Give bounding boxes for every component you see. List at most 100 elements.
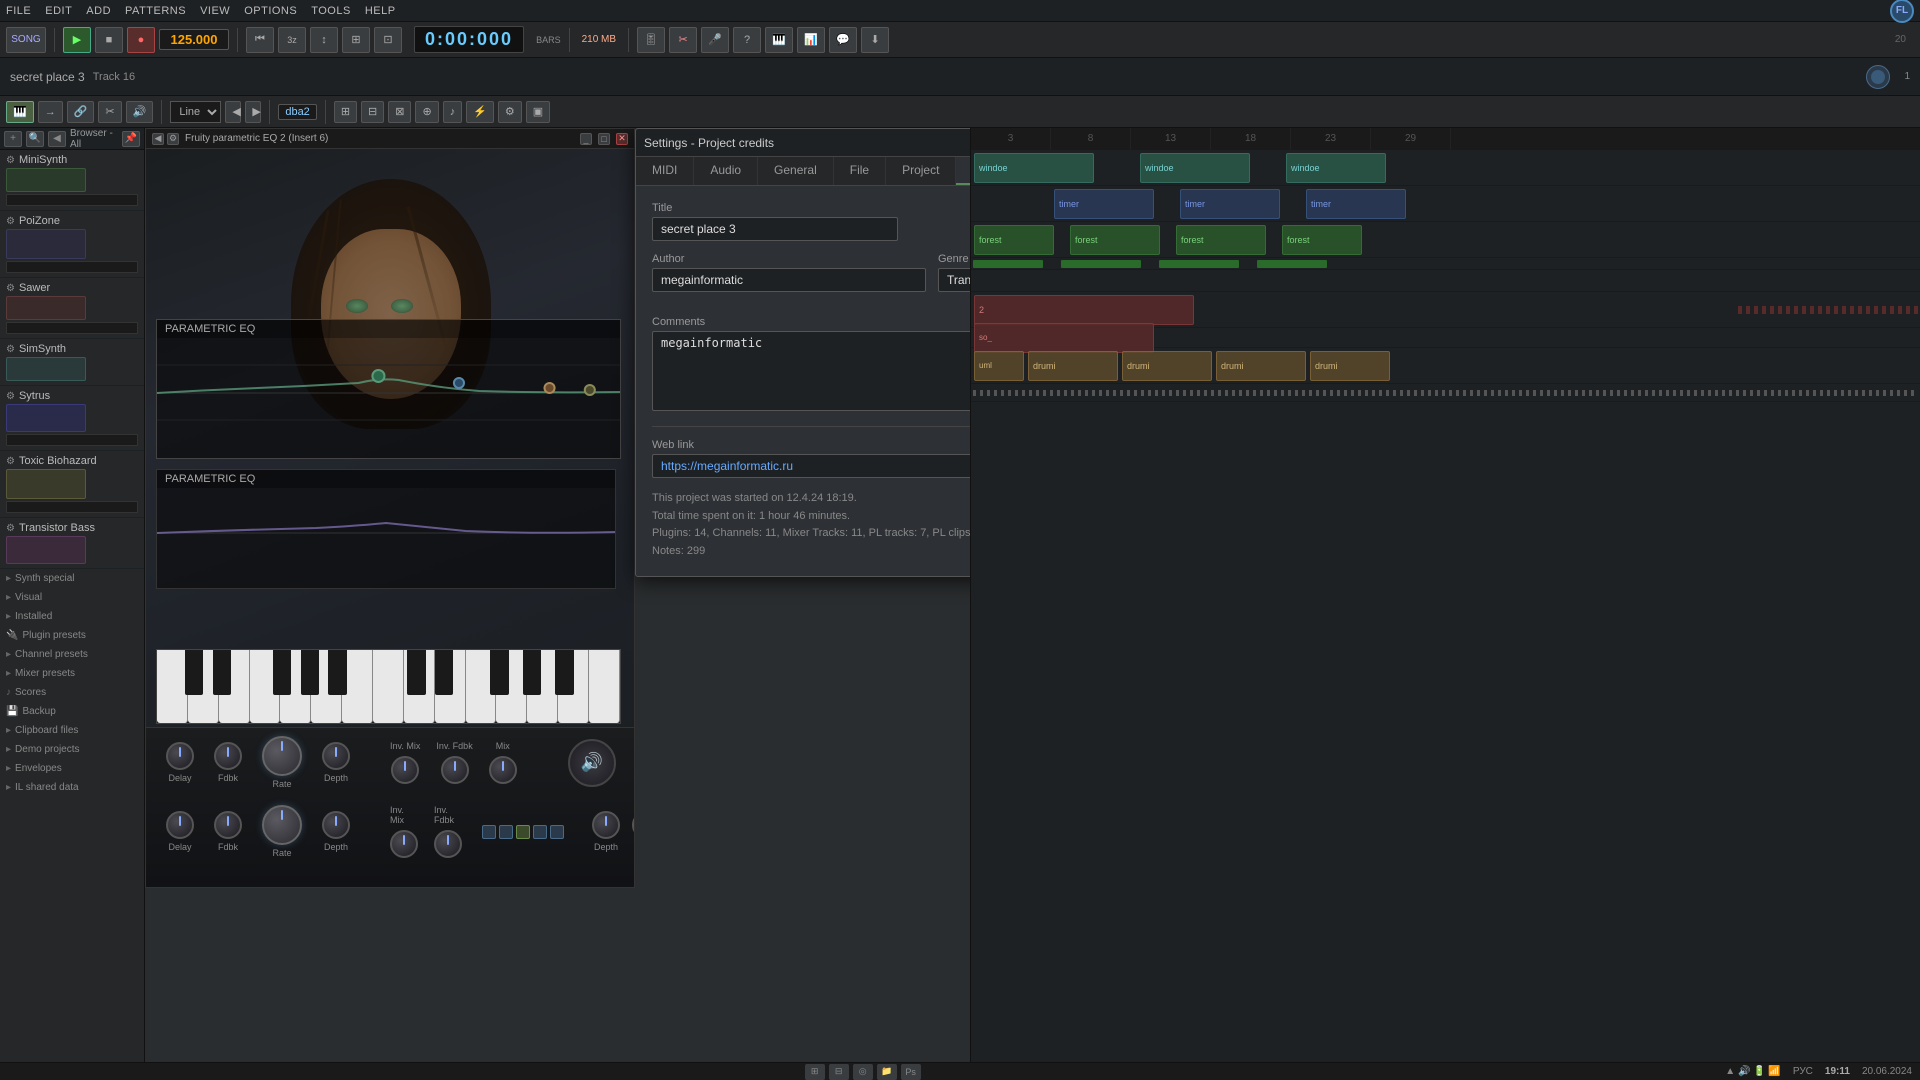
sidebar-add-btn[interactable]: + [4, 131, 22, 147]
section-backup[interactable]: 💾 Backup [0, 702, 144, 721]
tab-file[interactable]: File [834, 157, 886, 185]
piano-keyboard[interactable] [156, 649, 621, 724]
ps-icon[interactable]: Ps [901, 1064, 921, 1080]
clip-drumi-4[interactable]: drumi [1310, 351, 1390, 381]
menu-edit[interactable]: EDIT [45, 5, 72, 17]
genre-input[interactable] [939, 269, 970, 291]
knob-inv-mix-2[interactable]: Inv. Mix [390, 805, 418, 858]
knob-circle-rate[interactable] [262, 736, 302, 776]
knob-circle-fdbk[interactable] [214, 742, 242, 770]
knob-inv-fdbk[interactable]: Inv. Fdbk [436, 741, 472, 784]
instrument-sytrus[interactable]: ⚙ Sytrus [0, 386, 144, 451]
knob-circle-inv-mix-2[interactable] [390, 830, 418, 858]
menu-add[interactable]: ADD [86, 5, 111, 17]
section-scores[interactable]: ♪ Scores [0, 683, 144, 702]
piano-roll-btn[interactable]: 🎹 [6, 101, 34, 123]
white-key[interactable] [280, 650, 311, 723]
tb2-icon7[interactable]: ⚙ [498, 101, 522, 123]
knob-depth-final[interactable]: Depth [592, 811, 620, 852]
tb2-icon1[interactable]: ⊞ [334, 101, 357, 123]
knob-rate-1[interactable]: Rate [262, 736, 302, 789]
white-key[interactable] [435, 650, 466, 723]
knob-circle-rate-2[interactable] [262, 805, 302, 845]
knob-circle-inv-mix[interactable] [391, 756, 419, 784]
speaker-btn[interactable]: 🔊 [126, 101, 154, 123]
download-btn[interactable]: ⬇ [861, 27, 889, 53]
line-left-btn[interactable]: ◀ [225, 101, 241, 123]
tab-info[interactable]: Info [956, 157, 970, 185]
white-key[interactable] [157, 650, 188, 723]
knob-delay-1[interactable]: Delay [166, 742, 194, 783]
tab-midi[interactable]: MIDI [636, 157, 694, 185]
knob-circle-inv-fdbk[interactable] [441, 756, 469, 784]
menu-view[interactable]: VIEW [200, 5, 230, 17]
rewind-btn[interactable]: ⏮ [246, 27, 274, 53]
play-btn[interactable]: ▶ [63, 27, 91, 53]
clip-windoe-3[interactable]: windoe [1286, 153, 1386, 183]
windows-icon[interactable]: ⊞ [805, 1064, 825, 1080]
mix-btn[interactable]: ⊞ [342, 27, 370, 53]
vol-btn[interactable]: ↕ [310, 27, 338, 53]
instrument-transistor-bass[interactable]: ⚙ Transistor Bass [0, 518, 144, 569]
synth-btn-2[interactable] [499, 825, 513, 839]
bpm-display[interactable]: 125.000 [159, 29, 229, 50]
output-speaker[interactable]: 🔊 [568, 739, 616, 787]
instrument-toxic-biohazard[interactable]: ⚙ Toxic Biohazard [0, 451, 144, 518]
clip-forest-4[interactable]: forest [1282, 225, 1362, 255]
sidebar-search-btn[interactable]: 🔍 [26, 131, 44, 147]
white-key[interactable] [589, 650, 620, 723]
clip-drumi-2[interactable]: drumi [1122, 351, 1212, 381]
instrument-sawer[interactable]: ⚙ Sawer [0, 278, 144, 339]
extra-btn[interactable]: ⊡ [374, 27, 402, 53]
line-select[interactable]: Line [170, 101, 221, 123]
knob-circle-blur[interactable] [632, 811, 635, 839]
knob-rate-2[interactable]: Rate [262, 805, 302, 858]
menu-patterns[interactable]: PATTERNS [125, 5, 186, 17]
section-visual[interactable]: ▸ Visual [0, 588, 144, 607]
magnet-btn[interactable]: 🔗 [67, 101, 95, 123]
knob-fdbk-2[interactable]: Fdbk [214, 811, 242, 852]
knob-circle-depth[interactable] [322, 742, 350, 770]
plugin-restore-btn[interactable]: □ [598, 133, 610, 145]
white-key[interactable] [404, 650, 435, 723]
tb2-icon4[interactable]: ⊕ [415, 101, 438, 123]
section-plugin-presets[interactable]: 🔌 Plugin presets [0, 626, 144, 645]
knob-circle-depth-2[interactable] [322, 811, 350, 839]
white-key[interactable] [342, 650, 373, 723]
white-key[interactable] [373, 650, 404, 723]
synth-btn-4[interactable] [533, 825, 547, 839]
chrome-icon[interactable]: ◎ [853, 1064, 873, 1080]
synth-btn-5[interactable] [550, 825, 564, 839]
micro-btn[interactable]: 🎤 [701, 27, 729, 53]
menu-file[interactable]: FILE [6, 5, 31, 17]
knob-circle-inv-fdbk-2[interactable] [434, 830, 462, 858]
explorer-icon[interactable]: 📁 [877, 1064, 897, 1080]
fx-btn[interactable]: ✂ [669, 27, 697, 53]
knob-circle-fdbk-2[interactable] [214, 811, 242, 839]
white-key[interactable] [311, 650, 342, 723]
line-right-btn[interactable]: ▶ [245, 101, 261, 123]
song-mode-btn[interactable]: SONG [6, 27, 46, 53]
tb2-icon8[interactable]: ▣ [526, 101, 550, 123]
instrument-minisynth[interactable]: ⚙ MiniSynth [0, 150, 144, 211]
section-channel-presets[interactable]: ▸ Channel presets [0, 645, 144, 664]
tab-general[interactable]: General [758, 157, 834, 185]
knob-mix-1[interactable]: Mix [489, 741, 517, 784]
tb2-icon5[interactable]: ♪ [443, 101, 463, 123]
question-btn[interactable]: ? [733, 27, 761, 53]
clip-forest-3[interactable]: forest [1176, 225, 1266, 255]
white-key[interactable] [496, 650, 527, 723]
section-demo[interactable]: ▸ Demo projects [0, 740, 144, 759]
clip-timer-1[interactable]: timer [1054, 189, 1154, 219]
clip-timer-2[interactable]: timer [1180, 189, 1280, 219]
menu-tools[interactable]: TOOLS [311, 5, 351, 17]
clip-windoe-1[interactable]: windoe [974, 153, 1094, 183]
section-il-shared[interactable]: ▸ IL shared data [0, 778, 144, 797]
instrument-poizone[interactable]: ⚙ PoiZone [0, 211, 144, 278]
taskview-icon[interactable]: ⊟ [829, 1064, 849, 1080]
arrow-btn[interactable]: → [38, 101, 63, 123]
white-key[interactable] [188, 650, 219, 723]
knob-fdbk-1[interactable]: Fdbk [214, 742, 242, 783]
tab-audio[interactable]: Audio [694, 157, 758, 185]
clip-uml[interactable]: uml [974, 351, 1024, 381]
